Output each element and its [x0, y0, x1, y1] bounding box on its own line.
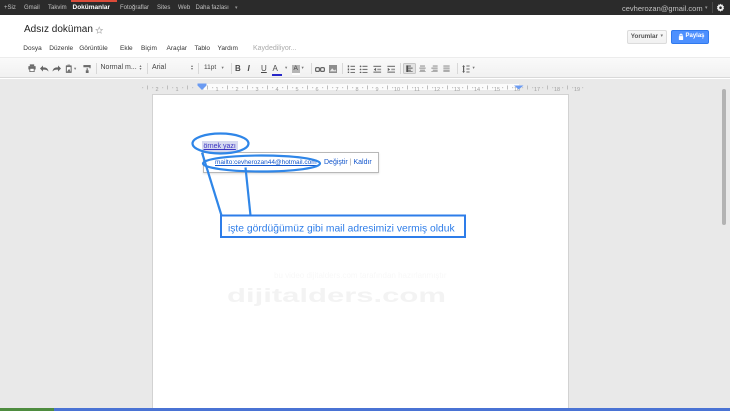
svg-text:işte gördüğümüz gibi mail adre: işte gördüğümüz gibi mail adresimizi ver…	[228, 224, 455, 235]
svg-text:19: 19	[574, 87, 580, 93]
